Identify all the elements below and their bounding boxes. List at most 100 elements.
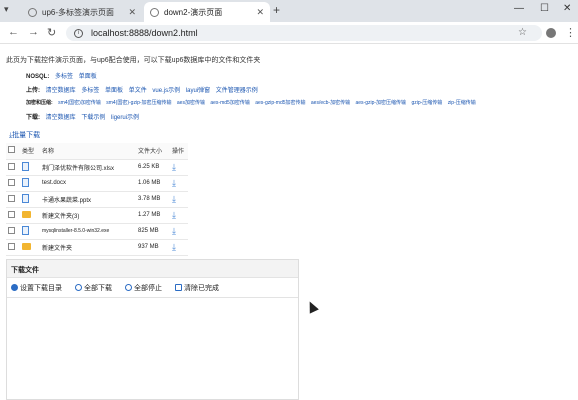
- file-size: 3.78 MB: [136, 191, 170, 208]
- download-icon[interactable]: ⤓: [172, 194, 176, 204]
- close-icon[interactable]: ✕: [256, 7, 264, 18]
- download-row: 下载: 清空数据库 下载示例 ligerui示例: [26, 112, 143, 121]
- folder-icon: [22, 210, 31, 218]
- menu-kebab-icon[interactable]: ⋮: [565, 26, 576, 39]
- file-size: 1.06 MB: [136, 175, 170, 192]
- download-icon[interactable]: ⤓: [172, 210, 176, 220]
- browser-toolbar: ← → ↻ i localhost:8888/down2.html ☆ ⋮: [0, 22, 578, 44]
- batch-download-label: 批量下载: [12, 132, 41, 139]
- link-upload-single[interactable]: 单面板: [105, 88, 123, 94]
- download-panel: 下载文件 设置下载目录 全部下载 全部停止 清除已完成: [6, 259, 299, 400]
- set-download-dir-button[interactable]: 设置下载目录: [11, 283, 62, 293]
- file-table: 类型 名称 文件大小 操作 荆门泽优软件有限公司.xlsx 6.25 KB ⤓ …: [6, 143, 188, 256]
- file-name: 卡通水果蔬菜.pptx: [40, 191, 136, 208]
- file-name: 新建文件夹: [40, 239, 136, 256]
- file-icon: [22, 177, 29, 187]
- header-select[interactable]: [6, 143, 20, 160]
- row-checkbox[interactable]: [8, 178, 15, 186]
- bookmark-star-icon[interactable]: ☆: [518, 27, 527, 38]
- reload-icon[interactable]: ↻: [47, 26, 56, 39]
- link-nosql-multitab[interactable]: 多标签: [55, 74, 73, 80]
- clear-completed-button[interactable]: 清除已完成: [175, 283, 219, 293]
- minimize-icon[interactable]: —: [514, 3, 524, 14]
- link-aes-gzip[interactable]: aes-gzip-加密压缩传输: [355, 100, 406, 106]
- table-row: 卡通水果蔬菜.pptx 3.78 MB ⤓: [6, 191, 188, 208]
- download-icon[interactable]: ⤓: [172, 162, 176, 172]
- row-checkbox[interactable]: [8, 210, 15, 218]
- clear-icon: [175, 284, 182, 291]
- link-gzip[interactable]: gzip-压缩传输: [411, 100, 442, 106]
- link-nosql-single[interactable]: 单面板: [79, 74, 97, 80]
- link-down-ligerui[interactable]: ligerui示例: [111, 115, 139, 121]
- row-checkbox[interactable]: [8, 194, 15, 202]
- page-intro: 此页为下载控件演示页面，与up6配合使用，可以下载up6数据库中的文件和文件夹: [6, 57, 261, 64]
- link-zip[interactable]: zip-压缩传输: [448, 100, 476, 106]
- link-upload-filemanager[interactable]: 文件管理器示例: [216, 88, 258, 94]
- profile-avatar-icon[interactable]: [546, 28, 556, 38]
- file-size: 937 MB: [136, 239, 170, 256]
- table-header-row: 类型 名称 文件大小 操作: [6, 143, 188, 160]
- table-row: test.docx 1.06 MB ⤓: [6, 175, 188, 192]
- download-all-button[interactable]: 全部下载: [75, 283, 112, 293]
- site-info-icon[interactable]: i: [74, 28, 83, 38]
- tool-label: 设置下载目录: [20, 284, 62, 292]
- file-icon: [22, 161, 29, 171]
- folder-icon: [22, 242, 31, 250]
- new-tab-icon[interactable]: +: [273, 3, 280, 17]
- header-type: 类型: [20, 143, 40, 160]
- gear-icon: [11, 284, 18, 291]
- file-name: 荆门泽优软件有限公司.xlsx: [40, 159, 136, 176]
- back-arrow-icon[interactable]: ←: [8, 26, 19, 38]
- download-icon[interactable]: ⤓: [172, 178, 176, 188]
- browser-tabbar: ▾ up6-多标签演示页面 ✕ down2-演示页面 ✕ + — ☐ ✕: [0, 0, 578, 22]
- link-down-cleardb[interactable]: 清空数据库: [46, 115, 76, 121]
- globe-icon: [28, 7, 37, 17]
- link-down-example[interactable]: 下载示例: [81, 115, 105, 121]
- tab-label: down2-演示页面: [164, 7, 223, 17]
- encrypt-row: 加密和压缩: sm4(国密)加密传输 sm4(国密)-gzip-加密压缩传输 a…: [26, 99, 480, 106]
- table-row: 新建文件夹(3) 1.27 MB ⤓: [6, 207, 188, 224]
- maximize-icon[interactable]: ☐: [540, 3, 549, 14]
- link-sm4[interactable]: sm4(国密)加密传输: [58, 100, 101, 106]
- row-label: 上传:: [26, 88, 40, 94]
- link-aes-ecb[interactable]: aes/ecb-加密传输: [311, 100, 350, 106]
- window-close-icon[interactable]: ✕: [563, 3, 571, 14]
- file-icon: [22, 193, 29, 203]
- download-icon[interactable]: ⤓: [172, 226, 176, 236]
- link-upload-cleardb[interactable]: 清空数据库: [46, 88, 76, 94]
- link-upload-layui[interactable]: layui弹窗: [186, 88, 210, 94]
- tool-label: 清除已完成: [184, 284, 219, 292]
- browser-tab-up6[interactable]: up6-多标签演示页面 ✕: [22, 2, 142, 22]
- link-upload-multitab[interactable]: 多标签: [81, 88, 99, 94]
- select-all-checkbox[interactable]: [8, 146, 15, 154]
- header-actions: 操作: [170, 143, 188, 160]
- link-aes-md5[interactable]: aes-md5加密传输: [210, 100, 249, 106]
- forward-arrow-icon[interactable]: →: [28, 26, 39, 38]
- row-checkbox[interactable]: [8, 242, 15, 250]
- file-name: test.docx: [40, 175, 136, 192]
- header-name: 名称: [40, 143, 136, 160]
- row-label: 加密和压缩:: [26, 100, 53, 106]
- address-bar[interactable]: i localhost:8888/down2.html: [66, 25, 542, 41]
- address-url: localhost:8888/down2.html: [91, 28, 198, 38]
- link-upload-vue[interactable]: vue.js示例: [152, 88, 180, 94]
- link-upload-singlefile[interactable]: 单文件: [129, 88, 147, 94]
- link-aes[interactable]: aes加密传输: [177, 100, 205, 106]
- link-sm4-gzip[interactable]: sm4(国密)-gzip-加密压缩传输: [106, 100, 171, 106]
- tab-label: up6-多标签演示页面: [42, 7, 115, 17]
- download-icon[interactable]: ⤓: [172, 242, 176, 252]
- tab-search-icon[interactable]: ▾: [4, 4, 9, 15]
- file-name: 新建文件夹(3): [40, 207, 136, 224]
- close-icon[interactable]: ✕: [128, 7, 136, 18]
- link-aes-gzip-md5[interactable]: aes-gzip-md5加密传输: [255, 100, 305, 106]
- row-checkbox[interactable]: [8, 162, 15, 170]
- table-row: 荆门泽优软件有限公司.xlsx 6.25 KB ⤓: [6, 159, 188, 176]
- download-panel-title: 下载文件: [7, 260, 298, 278]
- browser-tab-down2[interactable]: down2-演示页面 ✕: [144, 2, 270, 22]
- stop-all-button[interactable]: 全部停止: [125, 283, 162, 293]
- batch-download-button[interactable]: ⤓批量下载: [9, 130, 40, 140]
- row-label: 下载:: [26, 115, 40, 121]
- row-checkbox[interactable]: [8, 226, 15, 234]
- file-size: 1.27 MB: [136, 207, 170, 224]
- download-panel-toolbar: 设置下载目录 全部下载 全部停止 清除已完成: [7, 278, 298, 298]
